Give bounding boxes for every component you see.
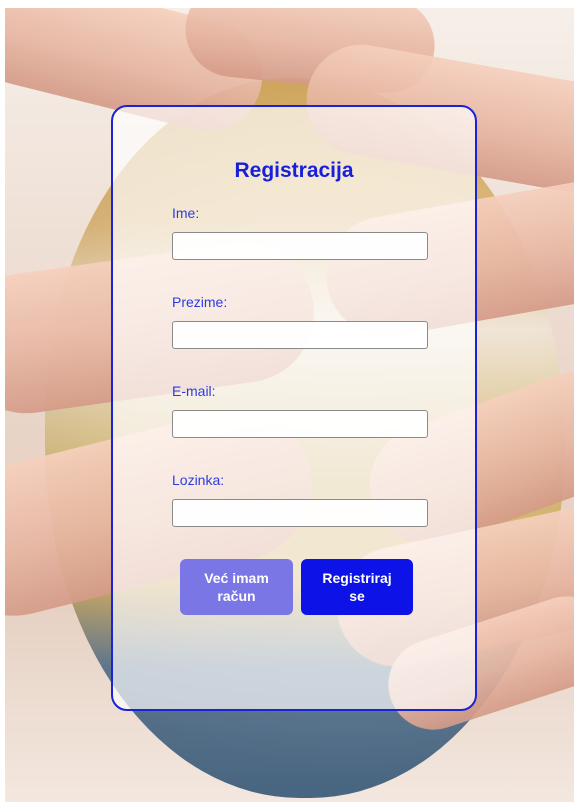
page-title: Registracija (234, 159, 354, 182)
email-input[interactable] (172, 410, 428, 438)
last-name-input[interactable] (172, 321, 428, 349)
register-button[interactable]: Registriraj se (301, 559, 413, 615)
password-input[interactable] (172, 499, 428, 527)
registration-card: Registracija Ime: Prezime: E-mail: Lozin… (111, 105, 477, 711)
password-label: Lozinka: (172, 472, 225, 488)
already-have-account-button[interactable]: Već imam račun (180, 559, 293, 615)
last-name-label: Prezime: (172, 294, 228, 310)
first-name-label: Ime: (172, 205, 200, 221)
first-name-input[interactable] (172, 232, 428, 260)
email-label: E-mail: (172, 383, 216, 399)
